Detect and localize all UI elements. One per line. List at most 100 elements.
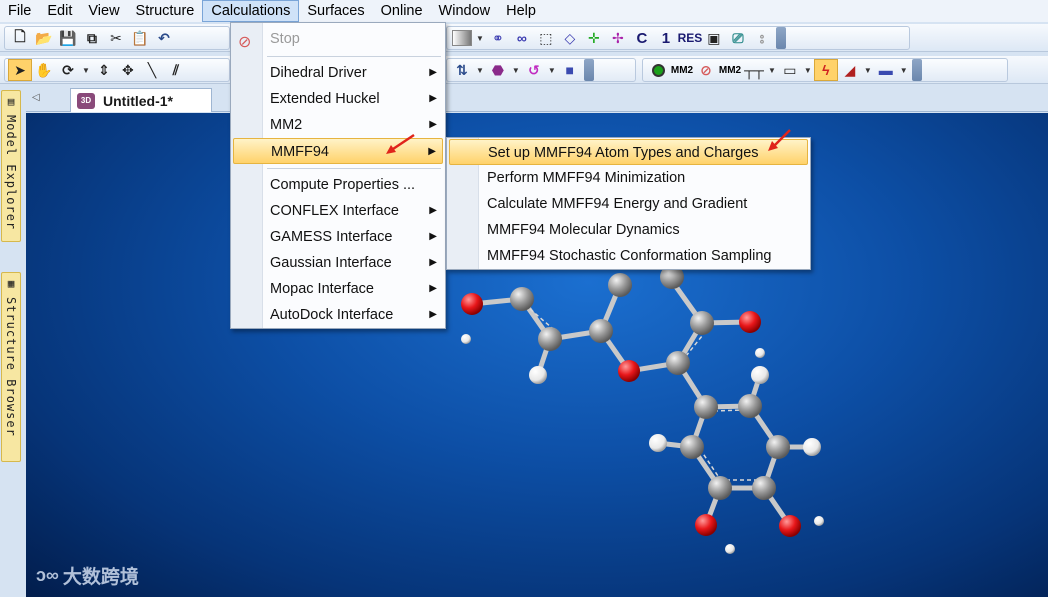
menu-separator bbox=[267, 56, 441, 57]
lightning-icon[interactable]: ϟ bbox=[813, 59, 838, 81]
menu-file[interactable]: File bbox=[0, 0, 39, 22]
presentation-icon[interactable]: ⎚ bbox=[726, 27, 750, 49]
menu-item-mmff94-sampling[interactable]: MMFF94 Stochastic Conformation Sampling bbox=[449, 243, 808, 269]
zoom-icon[interactable]: ⇕ bbox=[92, 59, 116, 81]
mmff94-submenu: Set up MMFF94 Atom Types and Charges Per… bbox=[446, 137, 811, 270]
chevron-down-icon[interactable]: ▼ bbox=[476, 66, 484, 75]
menu-item-stop[interactable]: ⊘ Stop bbox=[233, 26, 443, 52]
menu-item-mmff94-minimization[interactable]: Perform MMFF94 Minimization bbox=[449, 165, 808, 191]
ring-display-icon[interactable]: ∞ bbox=[510, 27, 534, 49]
stop-square-icon[interactable]: ■ bbox=[558, 59, 582, 81]
select-arrow-icon[interactable]: ➤ bbox=[8, 59, 32, 81]
orbital-icon[interactable]: ▭ bbox=[778, 59, 802, 81]
mm2-dynamics-button[interactable]: MM2 bbox=[718, 59, 742, 81]
toolbar-overflow-grip[interactable] bbox=[911, 59, 922, 81]
translate-icon[interactable]: ✥ bbox=[116, 59, 140, 81]
document-tab[interactable]: 3D Untitled-1* bbox=[70, 88, 212, 112]
document-3d-icon: 3D bbox=[77, 92, 95, 109]
menu-item-label: MMFF94 Stochastic Conformation Sampling bbox=[487, 248, 772, 264]
menu-item-mmff94-dynamics[interactable]: MMFF94 Molecular Dynamics bbox=[449, 217, 808, 243]
menu-item-dihedral-driver[interactable]: Dihedral Driver ▶ bbox=[233, 60, 443, 86]
chevron-down-icon[interactable]: ▼ bbox=[82, 66, 90, 75]
menu-item-label: AutoDock Interface bbox=[270, 307, 394, 323]
toolbar-overflow-grip[interactable] bbox=[775, 27, 786, 49]
model-explorer-tab[interactable]: ▤ Model Explorer bbox=[1, 90, 21, 242]
scroll-left-icon[interactable]: ◁ bbox=[32, 92, 40, 103]
chevron-down-icon[interactable]: ▼ bbox=[768, 66, 776, 75]
menu-item-mopac[interactable]: Mopac Interface ▶ bbox=[233, 276, 443, 302]
move-vector-icon[interactable]: ✢ bbox=[606, 27, 630, 49]
chevron-down-icon[interactable]: ▼ bbox=[476, 34, 484, 43]
color-swatch-icon[interactable] bbox=[450, 27, 474, 49]
menu-item-label: Perform MMFF94 Minimization bbox=[487, 170, 686, 186]
residue-button[interactable]: RES bbox=[678, 27, 703, 49]
grid-icon: ▦ bbox=[4, 277, 18, 291]
bar-icon[interactable]: ▬ bbox=[874, 59, 898, 81]
toolbar-overflow-grip[interactable] bbox=[583, 59, 594, 81]
menu-item-mmff94-energy[interactable]: Calculate MMFF94 Energy and Gradient bbox=[449, 191, 808, 217]
open-folder-icon[interactable]: 📂 bbox=[32, 27, 56, 49]
rotate-icon[interactable]: ⟳ bbox=[56, 59, 80, 81]
menu-item-label: MM2 bbox=[270, 117, 303, 133]
carbon-atom bbox=[738, 394, 762, 418]
chevron-down-icon[interactable]: ▼ bbox=[512, 66, 520, 75]
hand-icon[interactable]: ✋ bbox=[32, 59, 56, 81]
model-explorer-label: Model Explorer bbox=[4, 115, 18, 231]
atom-build-icon[interactable]: ⬣ bbox=[486, 59, 510, 81]
box-icon[interactable]: ⬚ bbox=[534, 27, 558, 49]
menu-item-setup-mmff94[interactable]: Set up MMFF94 Atom Types and Charges bbox=[449, 139, 808, 165]
menu-item-autodock[interactable]: AutoDock Interface ▶ bbox=[233, 302, 443, 328]
carbon-label-button[interactable]: C bbox=[630, 27, 654, 49]
hydrogen-atom bbox=[725, 544, 735, 554]
chevron-down-icon[interactable]: ▼ bbox=[548, 66, 556, 75]
menu-item-conflex[interactable]: CONFLEX Interface ▶ bbox=[233, 198, 443, 224]
cut-icon[interactable]: ✂ bbox=[104, 27, 128, 49]
menu-item-label: Set up MMFF94 Atom Types and Charges bbox=[488, 145, 759, 161]
double-bond-icon[interactable]: ⫽ bbox=[164, 59, 188, 81]
carbon-atom bbox=[680, 435, 704, 459]
tree-icon: ▤ bbox=[4, 95, 18, 109]
submenu-arrow-icon: ▶ bbox=[429, 93, 437, 104]
chevron-down-icon[interactable]: ▼ bbox=[804, 66, 812, 75]
box-shape-icon[interactable]: ◇ bbox=[558, 27, 582, 49]
menu-window[interactable]: Window bbox=[431, 0, 499, 22]
menu-surfaces[interactable]: Surfaces bbox=[299, 0, 372, 22]
bond-display-icon[interactable]: ⚭ bbox=[486, 27, 510, 49]
new-file-icon[interactable]: 🗋 bbox=[8, 27, 32, 49]
paste-icon[interactable]: 📋 bbox=[128, 27, 152, 49]
carbon-atom bbox=[538, 327, 562, 351]
spectrum-icon[interactable]: ┬┬ bbox=[742, 59, 766, 81]
single-bond-icon[interactable]: ╲ bbox=[140, 59, 164, 81]
graph-icon[interactable]: ◢ bbox=[838, 59, 862, 81]
chevron-down-icon[interactable]: ▼ bbox=[864, 66, 872, 75]
save-icon[interactable]: 💾 bbox=[56, 27, 80, 49]
menu-item-compute-properties[interactable]: Compute Properties ... bbox=[233, 172, 443, 198]
clean-structure-icon[interactable]: ↺ bbox=[522, 59, 546, 81]
menu-edit[interactable]: Edit bbox=[39, 0, 80, 22]
side-panel: ▤ Model Explorer ▦ Structure Browser bbox=[0, 88, 22, 597]
mm2-minimize-button[interactable]: MM2 bbox=[670, 59, 694, 81]
menu-item-extended-huckel[interactable]: Extended Huckel ▶ bbox=[233, 86, 443, 112]
chevron-down-icon[interactable]: ▼ bbox=[900, 66, 908, 75]
menu-online[interactable]: Online bbox=[373, 0, 431, 22]
move-atom-icon[interactable]: ✛ bbox=[582, 27, 606, 49]
hydrogen-atom bbox=[529, 366, 547, 384]
menu-item-gaussian[interactable]: Gaussian Interface ▶ bbox=[233, 250, 443, 276]
copy-icon[interactable]: ⧉ bbox=[80, 27, 104, 49]
menu-structure[interactable]: Structure bbox=[128, 0, 203, 22]
toolbar-select-group: ➤ ✋ ⟳ ▼ ⇕ ✥ ╲ ⫽ bbox=[4, 58, 230, 82]
chain-icon[interactable]: ⦂ bbox=[750, 27, 774, 49]
document-tab-strip: ◁ 3D Untitled-1* bbox=[26, 88, 1048, 112]
menu-view[interactable]: View bbox=[80, 0, 127, 22]
run-icon[interactable] bbox=[646, 59, 670, 81]
serial-number-button[interactable]: 1 bbox=[654, 27, 678, 49]
menu-help[interactable]: Help bbox=[498, 0, 544, 22]
carbon-atom bbox=[589, 319, 613, 343]
stop-calc-icon[interactable]: ⊘ bbox=[694, 59, 718, 81]
structure-browser-tab[interactable]: ▦ Structure Browser bbox=[1, 272, 21, 462]
menu-calculations[interactable]: Calculations bbox=[202, 0, 300, 22]
menu-item-gamess[interactable]: GAMESS Interface ▶ bbox=[233, 224, 443, 250]
display-settings-icon[interactable]: ▣ bbox=[702, 27, 726, 49]
bond-order-icon[interactable]: ⇅ bbox=[450, 59, 474, 81]
undo-icon[interactable]: ↶ bbox=[152, 27, 176, 49]
